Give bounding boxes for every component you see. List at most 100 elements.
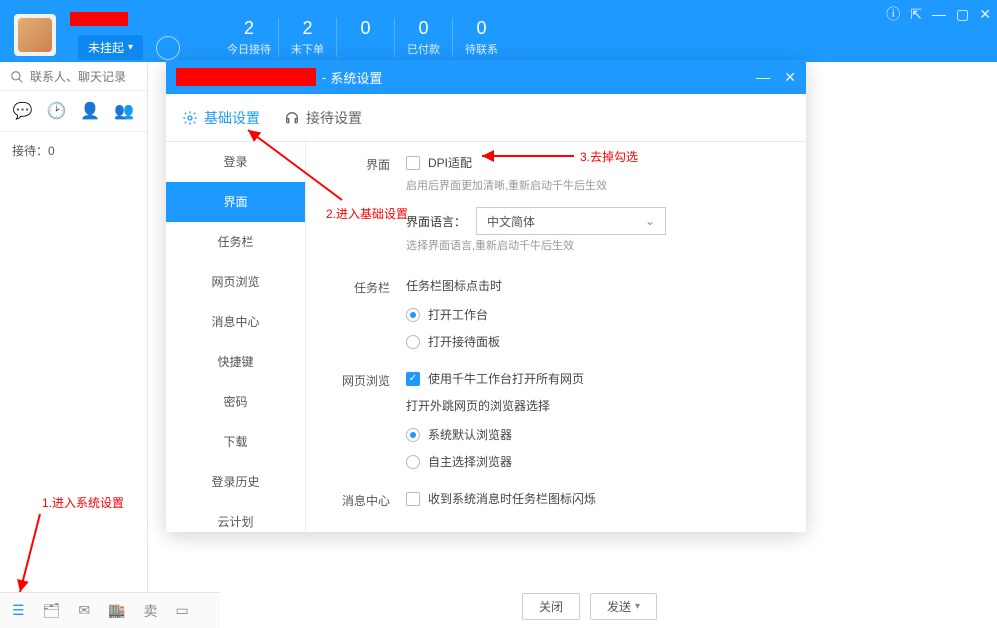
redacted-username bbox=[70, 12, 128, 26]
settings-dialog: - 系统设置 — ✕ 基础设置 接待设置 登录 界面 任务栏 网页浏览 消息中心… bbox=[166, 60, 806, 532]
maximize-icon[interactable]: ▢ bbox=[956, 6, 969, 23]
radio-open-reception-label: 打开接待面板 bbox=[428, 333, 500, 350]
stat-cell[interactable]: 0 bbox=[336, 18, 394, 57]
sidebar-item-ui[interactable]: 界面 bbox=[166, 182, 305, 222]
left-sidebar: 💬 🕑 👤 👥 接待：0 bbox=[0, 62, 148, 592]
radio-custom-browser-label: 自主选择浏览器 bbox=[428, 453, 512, 470]
plus-icon[interactable]: ⊕ bbox=[972, 58, 987, 79]
sidebar-item-login[interactable]: 登录 bbox=[166, 142, 305, 182]
stat-label: 今日接待 bbox=[224, 41, 274, 57]
app-header: 未挂起 2 今日接待 2 未下单 0 0 已付款 0 待联系 ⓘ ⇱ — ▢ ✕ bbox=[0, 0, 997, 62]
avatar[interactable] bbox=[14, 14, 56, 56]
stat-cell[interactable]: 0 已付款 bbox=[394, 18, 452, 57]
chat-icon[interactable]: 💬 bbox=[13, 101, 33, 121]
lang-hint: 选择界面语言,重新启动千牛后生效 bbox=[406, 237, 786, 253]
radio-custom-browser[interactable] bbox=[406, 455, 420, 469]
use-qianniu-label: 使用千牛工作台打开所有网页 bbox=[428, 370, 584, 387]
contacts-icon[interactable]: 👤 bbox=[80, 101, 100, 121]
taskbar-title: 任务栏图标点击时 bbox=[406, 277, 786, 294]
msg-flash-label: 收到系统消息时任务栏图标闪烁 bbox=[428, 490, 596, 507]
tab-basic-label: 基础设置 bbox=[204, 108, 260, 128]
dialog-window-controls: — ✕ bbox=[756, 60, 796, 94]
sidebar-item-web[interactable]: 网页浏览 bbox=[166, 262, 305, 302]
help-icon[interactable]: ⓘ bbox=[886, 4, 900, 24]
layout-icon[interactable]: ▭ bbox=[176, 602, 189, 619]
search-icon bbox=[10, 70, 24, 84]
header-stats: 2 今日接待 2 未下单 0 0 已付款 0 待联系 bbox=[220, 18, 510, 57]
store-icon[interactable]: 🏬 bbox=[108, 602, 125, 619]
menu-icon[interactable]: ☰ bbox=[12, 602, 25, 619]
use-qianniu-checkbox[interactable]: ✓ bbox=[406, 372, 420, 386]
redacted-product-name bbox=[176, 68, 316, 86]
dialog-minimize-icon[interactable]: — bbox=[756, 69, 770, 85]
stat-num: 2 bbox=[224, 18, 274, 39]
tab-reception-label: 接待设置 bbox=[306, 108, 362, 128]
minimize-icon[interactable]: — bbox=[932, 6, 946, 22]
stat-num: 0 bbox=[341, 18, 390, 39]
dpi-checkbox[interactable] bbox=[406, 156, 420, 170]
stat-num: 0 bbox=[457, 18, 506, 39]
window-controls: ⓘ ⇱ — ▢ ✕ bbox=[886, 4, 991, 24]
section-msg-label: 消息中心 bbox=[326, 490, 390, 517]
stat-num: 0 bbox=[399, 18, 448, 39]
mail-icon[interactable]: ✉ bbox=[78, 602, 90, 619]
lang-label: 界面语言： bbox=[406, 213, 466, 230]
dpi-hint: 启用后界面更加清晰,重新启动千牛后生效 bbox=[406, 177, 786, 193]
sidebar-nav: 💬 🕑 👤 👥 bbox=[0, 91, 147, 132]
note-icon[interactable]: 🗂 bbox=[43, 602, 61, 619]
dialog-body: 登录 界面 任务栏 网页浏览 消息中心 快捷键 密码 下载 登录历史 云计划 界… bbox=[166, 142, 806, 532]
chat-footer: 关闭 发送 bbox=[522, 593, 657, 620]
tab-reception-settings[interactable]: 接待设置 bbox=[284, 108, 362, 128]
sidebar-item-msgcenter[interactable]: 消息中心 bbox=[166, 302, 305, 342]
msg-flash-checkbox[interactable] bbox=[406, 492, 420, 506]
web-title: 打开外跳网页的浏览器选择 bbox=[406, 397, 786, 414]
sidebar-item-taskbar[interactable]: 任务栏 bbox=[166, 222, 305, 262]
close-chat-button[interactable]: 关闭 bbox=[522, 593, 580, 620]
refresh-icon[interactable]: ⟳ bbox=[945, 58, 960, 79]
pin-icon[interactable]: ⇱ bbox=[910, 6, 922, 23]
dialog-titlebar[interactable]: - 系统设置 — ✕ bbox=[166, 60, 806, 94]
status-dropdown[interactable]: 未挂起 bbox=[78, 35, 143, 60]
headset-icon bbox=[284, 110, 300, 126]
stat-cell[interactable]: 2 今日接待 bbox=[220, 18, 278, 57]
search-box[interactable] bbox=[0, 62, 147, 91]
stat-num: 2 bbox=[283, 18, 332, 39]
radio-system-browser-label: 系统默认浏览器 bbox=[428, 426, 512, 443]
radio-open-workbench[interactable] bbox=[406, 308, 420, 322]
sidebar-item-password[interactable]: 密码 bbox=[166, 382, 305, 422]
radio-open-workbench-label: 打开工作台 bbox=[428, 306, 488, 323]
tab-basic-settings[interactable]: 基础设置 bbox=[182, 108, 260, 128]
lang-value: 中文简体 bbox=[487, 213, 535, 230]
dialog-sidebar: 登录 界面 任务栏 网页浏览 消息中心 快捷键 密码 下载 登录历史 云计划 bbox=[166, 142, 306, 532]
stat-label: 待联系 bbox=[457, 41, 506, 57]
sidebar-item-download[interactable]: 下载 bbox=[166, 422, 305, 462]
section-web-label: 网页浏览 bbox=[326, 370, 390, 480]
dialog-close-icon[interactable]: ✕ bbox=[784, 69, 796, 86]
waiting-count: 接待：0 bbox=[0, 132, 147, 169]
dialog-tabs: 基础设置 接待设置 bbox=[166, 94, 806, 142]
groups-icon[interactable]: 👥 bbox=[114, 101, 134, 121]
section-taskbar-label: 任务栏 bbox=[326, 277, 390, 360]
dialog-content: 界面 DPI适配 启用后界面更加清晰,重新启动千牛后生效 界面语言： 中文简体 … bbox=[306, 142, 806, 532]
search-input[interactable] bbox=[30, 70, 185, 84]
stat-label: 已付款 bbox=[399, 41, 448, 57]
stat-cell[interactable]: 0 待联系 bbox=[452, 18, 510, 57]
send-button[interactable]: 发送 bbox=[590, 593, 657, 620]
sidebar-item-cloud[interactable]: 云计划 bbox=[166, 502, 305, 532]
close-icon[interactable]: ✕ bbox=[979, 6, 991, 23]
sidebar-item-history[interactable]: 登录历史 bbox=[166, 462, 305, 502]
lang-select[interactable]: 中文简体 bbox=[476, 207, 666, 235]
stat-cell[interactable]: 2 未下单 bbox=[278, 18, 336, 57]
dpi-label: DPI适配 bbox=[428, 154, 472, 171]
send-label: 发送 bbox=[607, 598, 631, 615]
dialog-title: 系统设置 bbox=[330, 68, 382, 87]
header-round-icon[interactable] bbox=[156, 36, 180, 60]
bottom-toolbar: ☰ 🗂 ✉ 🏬 卖 ▭ bbox=[0, 592, 220, 628]
stat-label: 未下单 bbox=[283, 41, 332, 57]
radio-system-browser[interactable] bbox=[406, 428, 420, 442]
sell-icon[interactable]: 卖 bbox=[144, 601, 158, 621]
sidebar-item-shortcut[interactable]: 快捷键 bbox=[166, 342, 305, 382]
header-secondary-controls: ⟳ ⊕ bbox=[945, 58, 987, 79]
clock-icon[interactable]: 🕑 bbox=[47, 101, 67, 121]
radio-open-reception[interactable] bbox=[406, 335, 420, 349]
